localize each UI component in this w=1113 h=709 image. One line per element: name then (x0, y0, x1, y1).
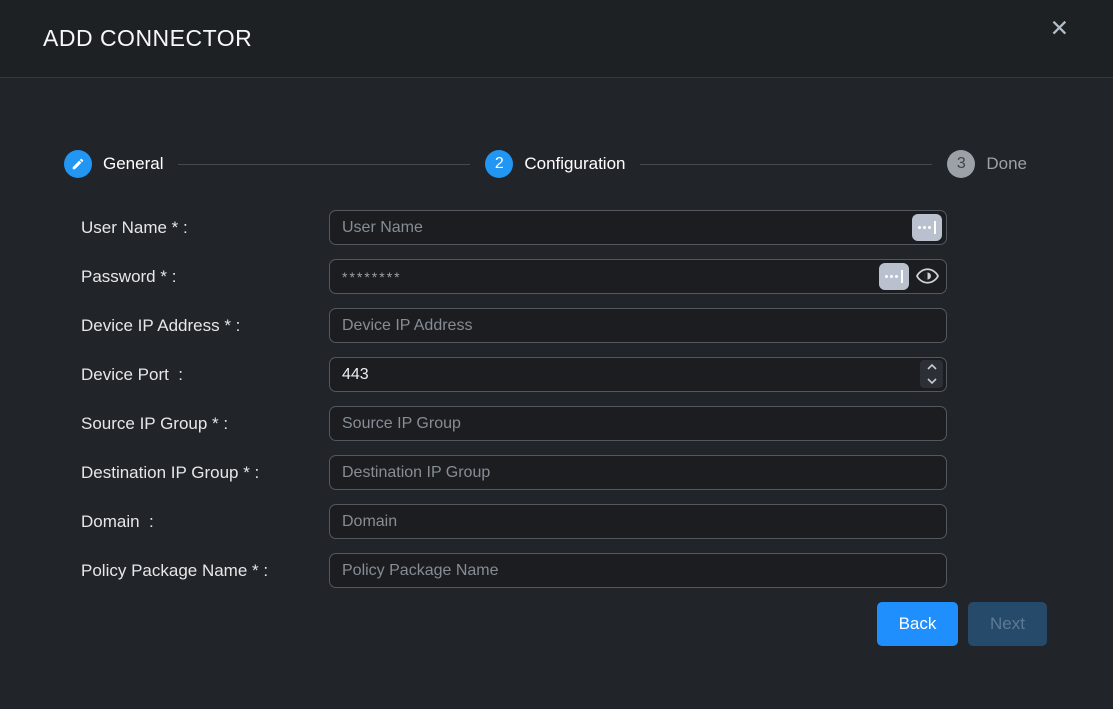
destination-ip-group-row: Destination IP Group * : (0, 455, 1113, 490)
password-field-wrap (329, 259, 947, 294)
username-input[interactable] (329, 210, 947, 245)
wizard-stepper: General 2 Configuration 3 Done (64, 150, 1027, 178)
domain-field-wrap (329, 504, 947, 539)
password-input[interactable] (329, 259, 947, 294)
stepper-connector-line (640, 164, 932, 165)
device-ip-row: Device IP Address * : (0, 308, 1113, 343)
domain-label: Domain : (0, 512, 329, 532)
eye-icon (916, 268, 939, 284)
port-stepper (920, 360, 943, 388)
port-stepper-down-button[interactable] (920, 374, 943, 388)
password-assist-button[interactable] (879, 263, 909, 290)
device-port-row: Device Port : (0, 357, 1113, 392)
ellipsis-icon (885, 275, 888, 278)
step-general[interactable]: General (64, 150, 163, 178)
cursor-bar-icon (934, 221, 936, 234)
device-port-input[interactable] (329, 357, 947, 392)
device-ip-label: Device IP Address * : (0, 316, 329, 336)
username-row: User Name * : (0, 210, 1113, 245)
policy-package-name-label: Policy Package Name * : (0, 561, 329, 581)
device-ip-field-wrap (329, 308, 947, 343)
source-ip-group-field-wrap (329, 406, 947, 441)
domain-input[interactable] (329, 504, 947, 539)
back-button[interactable]: Back (877, 602, 958, 646)
stepper-connector-line (178, 164, 470, 165)
device-ip-input[interactable] (329, 308, 947, 343)
password-row: Password * : (0, 259, 1113, 294)
device-port-label: Device Port : (0, 365, 329, 385)
username-field-wrap (329, 210, 947, 245)
cursor-bar-icon (901, 270, 903, 283)
step-done[interactable]: 3 Done (947, 150, 1027, 178)
dialog-title: ADD CONNECTOR (43, 25, 252, 52)
source-ip-group-label: Source IP Group * : (0, 414, 329, 434)
step-configuration-circle: 2 (485, 150, 513, 178)
next-button[interactable]: Next (968, 602, 1047, 646)
destination-ip-group-field-wrap (329, 455, 947, 490)
close-icon: ✕ (1050, 15, 1069, 41)
username-label: User Name * : (0, 218, 329, 238)
dialog-header: ADD CONNECTOR ✕ (0, 0, 1113, 78)
destination-ip-group-input[interactable] (329, 455, 947, 490)
pencil-icon (71, 157, 85, 171)
wizard-button-row: Back Next (0, 602, 1047, 646)
chevron-down-icon (927, 378, 937, 384)
source-ip-group-input[interactable] (329, 406, 947, 441)
step-configuration-label: Configuration (524, 154, 625, 174)
destination-ip-group-label: Destination IP Group * : (0, 463, 329, 483)
username-assist-button[interactable] (912, 214, 942, 241)
ellipsis-icon (918, 226, 921, 229)
show-password-button[interactable] (914, 264, 940, 288)
policy-package-name-row: Policy Package Name * : (0, 553, 1113, 588)
source-ip-group-row: Source IP Group * : (0, 406, 1113, 441)
policy-package-name-field-wrap (329, 553, 947, 588)
password-label: Password * : (0, 267, 329, 287)
step-configuration[interactable]: 2 Configuration (485, 150, 625, 178)
policy-package-name-input[interactable] (329, 553, 947, 588)
port-stepper-up-button[interactable] (920, 360, 943, 374)
step-done-circle: 3 (947, 150, 975, 178)
step-general-label: General (103, 154, 163, 174)
domain-row: Domain : (0, 504, 1113, 539)
step-general-circle (64, 150, 92, 178)
chevron-up-icon (927, 364, 937, 370)
step-done-label: Done (986, 154, 1027, 174)
device-port-field-wrap (329, 357, 947, 392)
close-button[interactable]: ✕ (1050, 17, 1069, 40)
configuration-form: User Name * : Password * : (0, 210, 1113, 646)
